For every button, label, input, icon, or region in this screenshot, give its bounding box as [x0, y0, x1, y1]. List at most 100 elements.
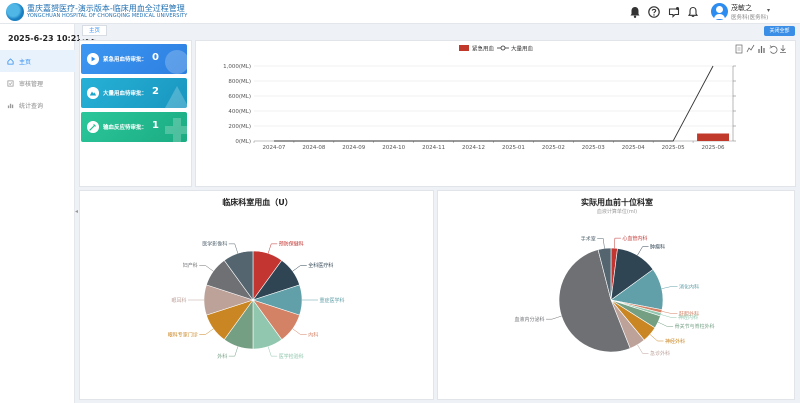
legend-label-massive: 大量用血	[511, 45, 534, 53]
monthly-blood-usage-chart: 紧急用血 大量用血 0(ML) 200(ML) 400(ML) 600(ML) 800(…	[223, 44, 786, 151]
top10-dept-pie: 心血管内科肿瘤科消化内科肝胆外科神经内科骨关节与脊柱外科神经外科急诊外科血液内分…	[515, 235, 715, 357]
chart-title: 临床科室用血（U）	[222, 198, 293, 207]
pie-leader-line	[661, 286, 678, 289]
home-icon	[7, 57, 14, 65]
user-name[interactable]: 茂敏之	[731, 3, 752, 13]
pie-slice-label: 神经内科	[678, 314, 698, 321]
sidebar-item-audit[interactable]: 审核管理	[0, 72, 75, 94]
pie-slice-label: 眼科专家门诊	[168, 331, 198, 338]
dept-blood-usage-pie: 预防保健科全科医疗科重症医学科内科医学检验科 外科 眼科专家门诊眼耳科 妇产科 医学影像…	[168, 241, 345, 360]
pie-slice-label: 急诊外科	[650, 350, 670, 357]
pie-leader-line	[637, 344, 649, 354]
legend-label-emergency: 紧急用血	[472, 45, 495, 53]
pie-leader-line	[661, 311, 678, 314]
pie-slice-label: 神经外科	[665, 338, 685, 345]
x-tick-label: 2025-03	[582, 145, 605, 151]
user-avatar[interactable]	[711, 3, 728, 20]
card-count: 2	[152, 86, 159, 97]
card-count: 0	[152, 52, 159, 63]
tab-home[interactable]: 主页	[82, 25, 108, 36]
chart-gridlines	[254, 65, 736, 142]
x-tick-label: 2025-05	[662, 145, 685, 151]
massive-approval-card[interactable]: 大量用血待审批： 2	[81, 78, 187, 108]
download-icon[interactable]	[780, 45, 786, 53]
data-view-icon[interactable]	[735, 44, 743, 54]
pie-leader-line	[292, 328, 307, 335]
bell-icon[interactable]	[628, 5, 642, 19]
pie-leader-line	[199, 265, 214, 272]
y-tick-label: 0(ML)	[235, 139, 251, 145]
card-label: 紧急用血待审批：	[103, 57, 148, 63]
pie-leader-line	[657, 321, 674, 327]
legend-marker-massive	[500, 45, 506, 51]
pie-slice-label: 消化内科	[679, 283, 699, 290]
pie-slice-label: 骨关节与脊柱外科	[675, 323, 715, 330]
x-tick-label: 2025-01	[502, 145, 525, 151]
audit-icon	[7, 79, 14, 87]
y-tick-label: 600(ML)	[228, 94, 251, 100]
bar-series	[697, 133, 730, 142]
play-icon	[87, 53, 99, 65]
pie-slice-label: 心血管内科	[622, 235, 647, 242]
pie-slice-label: 内科	[308, 331, 318, 338]
urgent-approval-card[interactable]: 紧急用血待审批： 0	[81, 44, 187, 74]
pie-slice-label: 肿瘤科	[650, 243, 665, 250]
card-decoration	[165, 86, 187, 108]
pie-slice-label: 医学影像科	[202, 241, 227, 248]
x-tick-label: 2024-11	[422, 145, 445, 151]
pie-slice-label: 全科医疗科	[308, 262, 333, 269]
help-icon[interactable]	[647, 5, 661, 19]
pie-leader-line	[546, 315, 562, 320]
x-tick-label: 2024-07	[262, 145, 285, 151]
notification-icon[interactable]	[686, 5, 700, 19]
line-series	[273, 65, 714, 142]
pie-leader-line	[614, 237, 621, 249]
transfusion-reaction-card[interactable]: 输血反应待审批： 1	[81, 112, 187, 142]
card-label: 大量用血待审批：	[103, 91, 148, 97]
chart-legend: 紧急用血 大量用血	[459, 45, 534, 53]
bar-chart-icon[interactable]	[758, 46, 765, 53]
pie-slice-label: 预防保健科	[279, 241, 304, 248]
x-axis-ticks: 2024-07 2024-08 2024-09 2024-10 2024-11 2024-…	[253, 141, 725, 151]
y-tick-label: 200(ML)	[228, 124, 251, 130]
tab-strip	[79, 24, 800, 39]
restore-icon[interactable]	[769, 45, 778, 54]
pie-leader-line	[292, 265, 307, 272]
top10-dept-panel: 实际用血前十位科室 血液计算单位(ml) 心血管内科 肿瘤科 消化内科 肝胆外科 神经内…	[437, 190, 795, 400]
card-decoration	[165, 118, 187, 142]
pie-slice-label: 医学检验科	[279, 353, 304, 360]
stats-icon	[7, 103, 14, 108]
x-tick-label: 2024-10	[382, 145, 405, 151]
y-tick-label: 1,000(ML)	[223, 64, 251, 70]
pie-leader-line	[199, 328, 214, 335]
sidebar-item-stats[interactable]: 统计查询	[0, 94, 75, 116]
x-tick-label: 2024-09	[342, 145, 365, 151]
sidebar-item-label: 主页	[19, 58, 32, 66]
dept-blood-usage-panel: 临床科室用血（U） 预防保健科全科医疗科重症医学科内科医学检验科 外科 眼科专家门诊…	[79, 190, 434, 400]
x-tick-label: 2025-02	[542, 145, 565, 151]
chart-toolbox	[735, 44, 786, 54]
message-icon[interactable]	[667, 5, 681, 19]
line-chart-icon[interactable]	[746, 44, 755, 53]
card-label: 输血反应待审批：	[103, 125, 148, 131]
pie-leader-line	[637, 246, 649, 256]
pie-leader-line	[228, 346, 239, 357]
sidebar-item-label: 审核管理	[19, 80, 44, 88]
pie-slice-label: 妇产科	[183, 262, 198, 269]
pie-leader-line	[649, 334, 664, 342]
pie-slice-label: 外科	[217, 353, 227, 360]
legend-swatch-emergency	[459, 45, 469, 51]
close-all-tabs-button[interactable]: 关闭全部	[764, 26, 795, 36]
sidebar-item-home[interactable]: 主页	[0, 50, 75, 72]
line-path	[273, 65, 714, 142]
x-tick-label: 2024-08	[302, 145, 325, 151]
chevron-down-icon[interactable]: ▾	[767, 7, 770, 14]
pie-slice-label: 重症医学科	[320, 297, 345, 304]
x-tick-label: 2025-06	[702, 145, 725, 151]
pie-leader-line	[660, 314, 677, 318]
bar[interactable]	[697, 133, 730, 142]
hospital-english-name: YONGCHUAN HOSPITAL OF CHONGQING MEDICAL …	[27, 13, 188, 19]
sidebar-item-label: 统计查询	[19, 102, 44, 110]
y-axis-ticks: 0(ML) 200(ML) 400(ML) 600(ML) 800(ML) 1,000(M…	[223, 64, 251, 145]
pie-slice-label: 血液内分泌科	[515, 316, 545, 323]
